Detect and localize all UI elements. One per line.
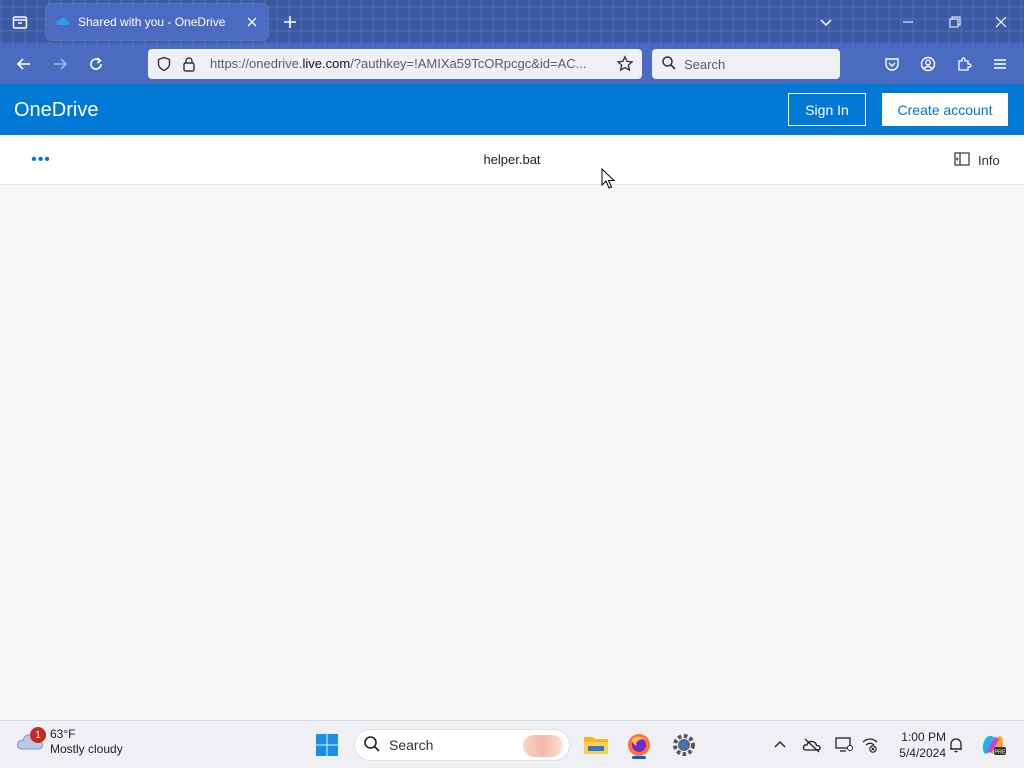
search-placeholder: Search — [684, 56, 726, 72]
system-clock[interactable]: 1:00 PM 5/4/2024 — [880, 729, 946, 761]
info-button[interactable]: Info — [954, 149, 1000, 171]
notification-bell-icon[interactable] — [944, 733, 968, 757]
new-tab-icon[interactable] — [276, 8, 304, 36]
weather-badge: 1 — [30, 727, 46, 743]
minimize-icon[interactable] — [894, 8, 922, 36]
url-prefix: https://onedrive. — [210, 56, 303, 71]
reload-icon[interactable] — [82, 50, 110, 78]
taskbar-search-label: Search — [389, 737, 434, 753]
show-hidden-icons-chevron-icon[interactable] — [768, 733, 792, 757]
weather-widget[interactable]: 1 63°F Mostly cloudy — [16, 727, 123, 757]
browser-nav-bar: https://onedrive.live.com/?authkey=!AMIX… — [0, 44, 1024, 84]
browser-search-bar[interactable]: Search — [652, 49, 840, 79]
close-window-icon[interactable] — [987, 8, 1015, 36]
firefox-active-indicator — [632, 756, 646, 759]
weather-temp: 63°F — [50, 727, 76, 741]
tab-overview-icon[interactable] — [6, 8, 34, 36]
copilot-icon[interactable]: PRE — [978, 733, 1008, 757]
info-pane-icon — [954, 151, 970, 169]
search-highlight-icon — [523, 735, 563, 757]
file-explorer-icon[interactable] — [580, 729, 612, 761]
onedrive-cloud-icon — [56, 15, 70, 29]
firefox-icon[interactable] — [623, 729, 655, 761]
weather-condition: Mostly cloudy — [50, 742, 123, 756]
account-icon[interactable] — [914, 50, 942, 78]
taskbar-search[interactable]: Search — [354, 729, 570, 761]
bookmark-star-icon[interactable] — [616, 55, 634, 78]
browser-tab-bar: Shared with you - OneDrive — [0, 0, 1024, 44]
onedrive-brand[interactable]: OneDrive — [14, 99, 98, 122]
restore-icon[interactable] — [941, 8, 969, 36]
tab-close-icon[interactable] — [240, 10, 264, 34]
settings-gear-icon[interactable] — [668, 729, 700, 761]
tracking-protection-shield-icon[interactable] — [156, 56, 172, 77]
taskbar-search-icon — [363, 735, 381, 756]
windows-start-icon[interactable] — [311, 729, 343, 761]
forward-icon[interactable] — [46, 50, 74, 78]
url-domain: live.com — [302, 56, 351, 71]
clock-date: 5/4/2024 — [899, 746, 946, 760]
onedrive-header: OneDrive Sign In Create account — [0, 84, 1024, 135]
tab-list-chevron-icon[interactable] — [812, 8, 840, 36]
url-text[interactable]: https://onedrive.live.com/?authkey=!AMIX… — [210, 56, 606, 71]
clock-time: 1:00 PM — [901, 730, 946, 744]
lock-icon[interactable] — [182, 56, 196, 77]
file-preview-area — [0, 185, 1024, 720]
extensions-icon[interactable] — [950, 50, 978, 78]
file-name: helper.bat — [483, 152, 541, 167]
info-label: Info — [978, 152, 1000, 168]
onedrive-offline-icon[interactable] — [800, 733, 824, 757]
windows-taskbar: 1 63°F Mostly cloudy Search 1:00 PM 5/4/… — [0, 720, 1024, 768]
create-account-button[interactable]: Create account — [882, 93, 1008, 126]
back-icon[interactable] — [10, 50, 38, 78]
display-icon[interactable] — [832, 733, 856, 757]
address-bar[interactable]: https://onedrive.live.com/?authkey=!AMIX… — [148, 49, 642, 79]
tab-title: Shared with you - OneDrive — [78, 15, 226, 29]
sign-in-button[interactable]: Sign In — [788, 93, 866, 126]
mouse-cursor-icon — [601, 167, 616, 195]
url-rest: /?authkey=!AMIXa59TcORpcgc&id=AC... — [350, 56, 587, 71]
command-bar: ••• helper.bat Info — [0, 135, 1024, 185]
menu-hamburger-icon[interactable] — [986, 50, 1014, 78]
network-icon[interactable] — [858, 733, 882, 757]
pocket-icon[interactable] — [878, 50, 906, 78]
tab-onedrive[interactable]: Shared with you - OneDrive — [46, 4, 268, 40]
search-icon — [662, 55, 676, 73]
svg-text:PRE: PRE — [994, 749, 1006, 755]
